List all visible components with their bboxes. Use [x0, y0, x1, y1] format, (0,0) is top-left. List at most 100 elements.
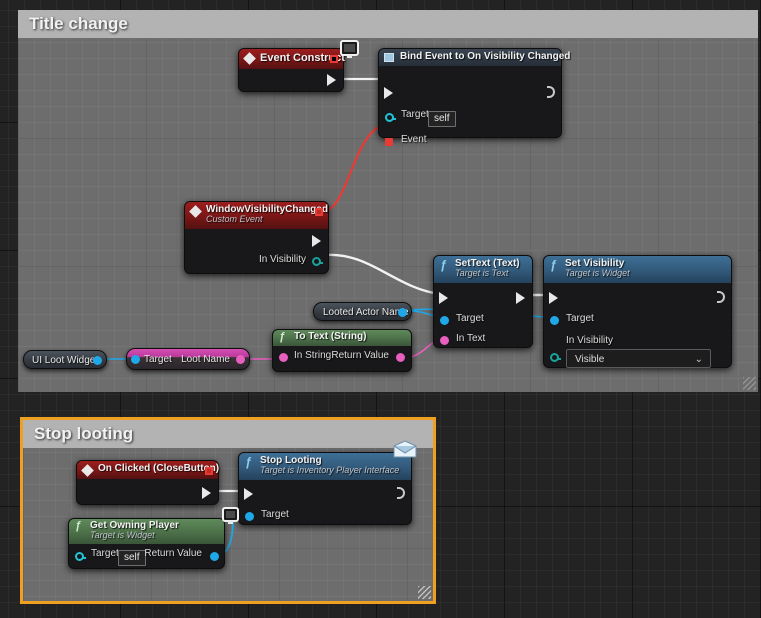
node-header: On Clicked (CloseButton): [77, 461, 220, 479]
target-self-field[interactable]: self: [428, 111, 456, 127]
exec-output-pin[interactable]: [202, 487, 211, 499]
value-output-pin[interactable]: [236, 355, 245, 364]
value-output-pin[interactable]: [398, 308, 407, 317]
node-bind-event-to-on-visibility-changed[interactable]: Bind Event to On Visibility Changed Targ…: [378, 48, 571, 146]
function-f-icon: ƒ: [550, 258, 557, 272]
exec-input-pin[interactable]: [384, 87, 393, 99]
node-set-text[interactable]: ƒ SetText (Text) Target is Text Target I…: [433, 255, 533, 348]
in-text-label: In Text: [456, 333, 486, 344]
diamond-icon: [81, 464, 94, 477]
node-title: On Clicked (CloseButton): [98, 463, 220, 474]
variable-label: Loot Name: [181, 354, 230, 365]
target-label: Target: [91, 548, 119, 559]
value-output-pin[interactable]: [93, 356, 102, 365]
node-body: Target In Visibility Visible ⌄: [544, 283, 731, 377]
comment-title[interactable]: Title change: [18, 10, 758, 38]
exec-output-pin[interactable]: [312, 235, 321, 247]
node-ui-loot-widget[interactable]: UI Loot Widget: [23, 350, 107, 369]
comment-title[interactable]: Stop looting: [23, 420, 433, 448]
node-header: ƒ To Text (String): [273, 330, 411, 346]
in-visibility-value: Visible: [575, 354, 605, 365]
node-set-visibility[interactable]: ƒ Set Visibility Target is Widget Target…: [543, 255, 732, 368]
delegate-pin-icon[interactable]: [205, 467, 213, 475]
node-subtitle: Custom Event: [206, 214, 263, 224]
in-visibility-label: In Visibility: [258, 254, 306, 265]
return-value-label: Return Value: [331, 350, 389, 361]
node-title: To Text (String): [294, 331, 367, 342]
target-label: Target: [144, 354, 172, 365]
bind-event-icon: [384, 53, 394, 62]
node-body: [77, 479, 218, 514]
in-string-input-pin[interactable]: [279, 353, 288, 362]
target-input-pin[interactable]: [550, 316, 559, 325]
in-visibility-input-pin[interactable]: [550, 353, 561, 362]
event-label: Event: [401, 134, 427, 145]
node-body: In String Return Value: [273, 346, 411, 381]
in-text-input-pin[interactable]: [440, 336, 449, 345]
node-body: Target In Text: [434, 283, 532, 357]
in-visibility-label: In Visibility: [566, 335, 614, 346]
exec-output-pin[interactable]: [327, 74, 336, 86]
node-body: In Visibility: [185, 229, 328, 283]
return-value-label: Return Value: [144, 548, 202, 559]
node-window-visibility-changed[interactable]: WindowVisibilityChanged Custom Event In …: [184, 201, 329, 274]
target-input-pin[interactable]: [440, 316, 449, 325]
node-stop-looting-call[interactable]: ƒ Stop Looting Target is Inventory Playe…: [238, 452, 412, 525]
node-header: ƒ SetText (Text) Target is Text: [434, 256, 532, 283]
widget-screen-icon: [215, 505, 241, 527]
function-f-icon: ƒ: [75, 520, 82, 532]
node-body: Target self Return Value: [69, 544, 224, 580]
node-subtitle: Target is Text: [455, 268, 509, 278]
return-value-output-pin[interactable]: [210, 552, 219, 561]
function-f-icon: ƒ: [440, 258, 447, 272]
target-label: Target: [566, 313, 594, 324]
target-input-pin[interactable]: [385, 113, 396, 122]
exec-input-pin[interactable]: [439, 292, 448, 304]
node-subtitle: Target is Widget: [565, 268, 630, 278]
return-value-output-pin[interactable]: [396, 353, 405, 362]
in-string-label: In String: [294, 350, 332, 361]
node-header: ƒ Set Visibility Target is Widget: [544, 256, 731, 283]
exec-output-pin[interactable]: [516, 292, 525, 304]
delegate-pin-icon[interactable]: [315, 208, 323, 216]
in-visibility-dropdown[interactable]: Visible ⌄: [566, 349, 711, 368]
exec-output-pin[interactable]: [397, 487, 405, 499]
node-get-owning-player[interactable]: ƒ Get Owning Player Target is Widget Tar…: [68, 518, 225, 569]
target-input-pin[interactable]: [245, 512, 254, 521]
resize-grip[interactable]: [418, 586, 431, 599]
node-header: ƒ Get Owning Player Target is Widget: [69, 519, 224, 544]
function-f-icon: ƒ: [245, 455, 252, 469]
node-body: [239, 69, 343, 101]
node-subtitle: Target is Inventory Player Interface: [260, 465, 400, 475]
exec-output-pin[interactable]: [717, 291, 725, 303]
target-input-pin[interactable]: [131, 355, 140, 364]
exec-input-pin[interactable]: [549, 292, 558, 304]
node-body: Target: [239, 480, 411, 534]
node-to-text-string[interactable]: ƒ To Text (String) In String Return Valu…: [272, 329, 412, 372]
resize-grip[interactable]: [743, 377, 756, 390]
diamond-icon: [243, 52, 256, 65]
exec-output-pin[interactable]: [547, 86, 555, 98]
interface-message-icon: [392, 440, 418, 460]
event-delegate-input-pin[interactable]: [385, 138, 393, 146]
chevron-down-icon: ⌄: [694, 354, 703, 365]
node-subtitle: Target is Widget: [90, 530, 155, 540]
target-self-field[interactable]: self: [118, 550, 146, 566]
function-f-icon: ƒ: [279, 331, 286, 343]
target-label: Target: [261, 509, 289, 520]
node-title: Bind Event to On Visibility Changed: [400, 51, 571, 62]
in-visibility-output-pin[interactable]: [312, 257, 323, 266]
node-header: Event Construct: [239, 49, 345, 69]
node-looted-actor-name[interactable]: Looted Actor Name: [313, 302, 412, 321]
node-body: Target self Event: [379, 66, 561, 147]
node-on-clicked-close-button[interactable]: On Clicked (CloseButton): [76, 460, 219, 505]
widget-screen-icon: [331, 38, 359, 62]
variable-label: UI Loot Widget: [32, 355, 99, 366]
target-label: Target: [401, 109, 429, 120]
exec-input-pin[interactable]: [244, 488, 253, 500]
target-input-pin[interactable]: [75, 552, 86, 561]
node-loot-name[interactable]: Target Loot Name: [126, 348, 250, 370]
target-label: Target: [456, 313, 484, 324]
node-event-construct[interactable]: Event Construct: [238, 48, 345, 92]
diamond-icon: [189, 205, 202, 218]
